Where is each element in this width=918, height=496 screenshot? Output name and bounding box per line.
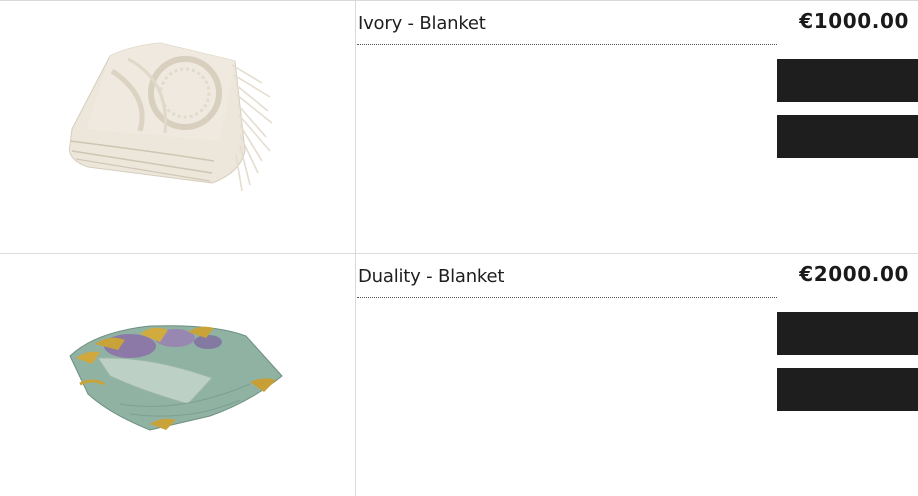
product-image-cell[interactable] — [0, 1, 356, 253]
product-image-cell[interactable] — [0, 254, 356, 496]
ivory-blanket-image[interactable] — [0, 1, 356, 253]
product-row: Ivory - Blanket €1000.00 — [0, 0, 918, 253]
product-price-cell: €1000.00 — [777, 1, 918, 253]
product-name[interactable]: Ivory - Blanket — [358, 13, 486, 34]
product-price: €2000.00 — [799, 262, 909, 286]
product-row: Duality - Blanket €2000.00 — [0, 253, 918, 496]
product-name[interactable]: Duality - Blanket — [358, 266, 504, 287]
divider — [357, 44, 777, 45]
product-name-cell: Ivory - Blanket — [357, 1, 777, 253]
secondary-action-button[interactable] — [777, 115, 918, 158]
add-to-cart-button[interactable] — [777, 59, 918, 102]
product-price: €1000.00 — [799, 9, 909, 33]
product-price-cell: €2000.00 — [777, 254, 918, 496]
secondary-action-button[interactable] — [777, 368, 918, 411]
divider — [357, 297, 777, 298]
product-name-cell: Duality - Blanket — [357, 254, 777, 496]
add-to-cart-button[interactable] — [777, 312, 918, 355]
duality-blanket-image[interactable] — [0, 254, 356, 496]
